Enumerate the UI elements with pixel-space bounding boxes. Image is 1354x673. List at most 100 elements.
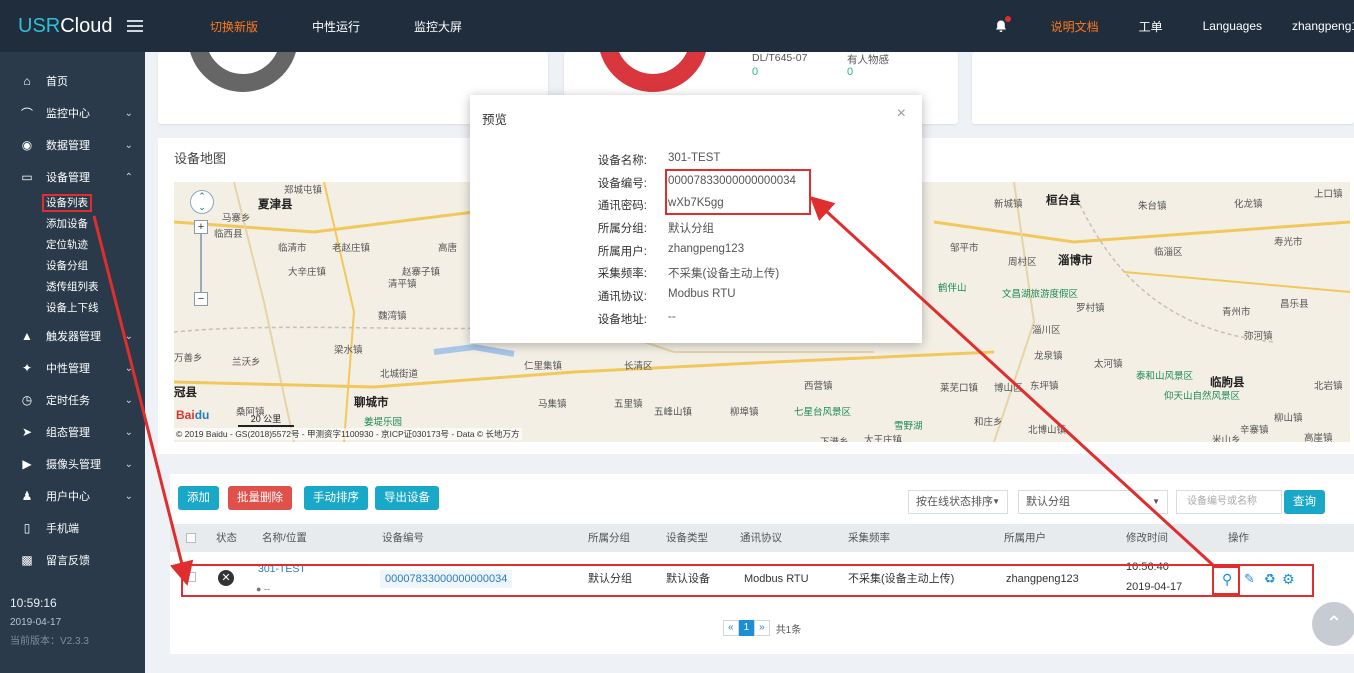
map-label: 清平镇 bbox=[388, 279, 417, 290]
chevron-down-icon: ⌄ bbox=[124, 394, 133, 406]
sidebar-item-neutral[interactable]: ✦ 中性管理 ⌄ bbox=[0, 353, 145, 383]
map-zoom-slider[interactable] bbox=[200, 234, 202, 292]
map-label: 姜堤乐园 bbox=[364, 417, 403, 428]
map-label: 老赵庄镇 bbox=[332, 243, 371, 254]
map-label: 文昌湖旅游度假区 bbox=[1002, 289, 1079, 300]
map-label: 桓台县 bbox=[1046, 195, 1081, 207]
sidebar-sub-passthrough-group[interactable]: 透传组列表 bbox=[46, 278, 99, 296]
close-icon[interactable]: × bbox=[897, 105, 906, 123]
map-label: 仰天山自然风景区 bbox=[1164, 391, 1241, 402]
sidebar-item-feedback[interactable]: ▩ 留言反馈 bbox=[0, 545, 145, 575]
sidebar-sub-device-online-log[interactable]: 设备上下线 bbox=[46, 299, 99, 317]
export-devices-button[interactable]: 导出设备 bbox=[375, 486, 439, 510]
map-label: 临西县 bbox=[214, 229, 243, 240]
map-label: 五里镇 bbox=[614, 399, 643, 410]
table-header-cell: 名称/位置 bbox=[262, 532, 307, 544]
highlight-box-credentials bbox=[665, 169, 811, 215]
search-button[interactable]: 查询 bbox=[1284, 490, 1325, 514]
map-label: 新城镇 bbox=[994, 199, 1023, 210]
logo[interactable]: USR Cloud bbox=[0, 0, 145, 52]
modal-field-group: 所属分组: 默认分组 bbox=[597, 223, 714, 235]
map-label: 上口镇 bbox=[1314, 189, 1343, 200]
sidebar-item-monitor-center[interactable]: ⌒ 监控中心 ⌄ bbox=[0, 98, 145, 128]
scroll-to-top-button[interactable]: ⌃ bbox=[1312, 602, 1354, 646]
sidebar-sub-add-device[interactable]: 添加设备 bbox=[46, 215, 88, 233]
sidebar-item-data-management[interactable]: ◉ 数据管理 ⌄ bbox=[0, 130, 145, 160]
sort-select[interactable]: 按在线状态排序 ▼ bbox=[908, 490, 1008, 514]
map-label: 临淄区 bbox=[1154, 247, 1183, 258]
sidebar-item-mobile[interactable]: ▯ 手机端 bbox=[0, 513, 145, 543]
map-label: 太河镇 bbox=[1094, 359, 1123, 370]
notification-bell-icon[interactable] bbox=[971, 15, 1031, 33]
sidebar-item-device-management[interactable]: ▭ 设备管理 ⌃ bbox=[0, 162, 145, 192]
chevron-down-icon: ⌄ bbox=[124, 490, 133, 502]
map-pan-control[interactable]: ⌃ ⌄ bbox=[190, 190, 214, 214]
clock-icon: ◷ bbox=[21, 393, 33, 407]
map-label: 北岩镇 bbox=[1314, 381, 1343, 392]
map-label: 博山区 bbox=[994, 383, 1023, 394]
sidebar-item-trigger[interactable]: ▲ 触发器管理 ⌄ bbox=[0, 321, 145, 351]
sidebar-version: 当前版本：V2.3.3 bbox=[10, 636, 89, 647]
map-label: 大王庄镇 bbox=[864, 435, 903, 442]
sidebar-item-user-center[interactable]: ♟ 用户中心 ⌄ bbox=[0, 481, 145, 511]
map-copyright: © 2019 Baidu - GS(2018)5572号 - 甲测资字11009… bbox=[174, 428, 522, 440]
modal-field-protocol: 通讯协议: Modbus RTU bbox=[597, 288, 736, 303]
map-label: 长清区 bbox=[624, 361, 653, 372]
map-label: 兰沃乡 bbox=[232, 357, 261, 368]
group-select[interactable]: 默认分组 ▼ bbox=[1018, 490, 1168, 514]
map-label: 柳埠镇 bbox=[730, 407, 759, 418]
select-all-checkbox[interactable] bbox=[186, 533, 196, 543]
map-label: 北城街道 bbox=[380, 369, 419, 380]
page-1-button[interactable]: 1 bbox=[738, 620, 755, 636]
home-icon: ⌂ bbox=[23, 74, 31, 88]
switch-new-version-link[interactable]: 切换新版 bbox=[183, 18, 285, 35]
map-label: 淄博市 bbox=[1058, 255, 1093, 267]
sidebar-sub-device-list[interactable]: 设备列表 bbox=[42, 194, 92, 212]
map-label: 仁里集镇 bbox=[524, 361, 563, 372]
bell-icon: ▲ bbox=[21, 329, 33, 343]
manual-sort-button[interactable]: 手动排序 bbox=[304, 486, 368, 510]
map-zoom-control: ⌃ ⌄ + − bbox=[190, 190, 214, 306]
batch-delete-button[interactable]: 批量删除 bbox=[228, 486, 292, 510]
map-zoom-in-button[interactable]: + bbox=[194, 220, 208, 234]
search-input[interactable]: 设备编号或名称 bbox=[1176, 490, 1282, 514]
table-header-cell: 通讯协议 bbox=[740, 532, 782, 544]
users-icon: ♟ bbox=[21, 489, 33, 503]
add-device-button[interactable]: 添加 bbox=[178, 486, 219, 510]
stats-card-3 bbox=[972, 52, 1354, 124]
map-zoom-out-button[interactable]: − bbox=[194, 292, 208, 306]
table-header-cell: 设备类型 bbox=[666, 532, 708, 544]
map-label: 辛寨镇 bbox=[1240, 425, 1269, 436]
map-label: 周村区 bbox=[1008, 257, 1037, 268]
card-col1-value: 0 bbox=[752, 66, 759, 78]
map-label: 东坪镇 bbox=[1030, 381, 1059, 392]
neutral-run-link[interactable]: 中性运行 bbox=[285, 18, 387, 35]
prev-page-button[interactable]: « bbox=[723, 620, 739, 636]
sidebar-item-camera[interactable]: ▶ 摄像头管理 ⌄ bbox=[0, 449, 145, 479]
sidebar-sub-location-track[interactable]: 定位轨迹 bbox=[46, 236, 88, 254]
sidebar-date: 2019-04-17 bbox=[10, 617, 62, 628]
ticket-link[interactable]: 工单 bbox=[1119, 18, 1183, 35]
sidebar-item-scheduled-task[interactable]: ◷ 定时任务 ⌄ bbox=[0, 385, 145, 415]
map-label: 西营镇 bbox=[804, 381, 833, 392]
docs-link[interactable]: 说明文档 bbox=[1031, 18, 1119, 35]
table-header-cell: 操作 bbox=[1228, 532, 1249, 544]
chevron-up-icon: ⌃ bbox=[124, 171, 133, 183]
menu-toggle-icon[interactable] bbox=[126, 20, 143, 32]
user-menu[interactable]: zhangpeng123 bbox=[1282, 19, 1354, 33]
modal-field-user: 所属用户: zhangpeng123 bbox=[597, 243, 745, 258]
chevron-down-icon: ⌄ bbox=[124, 330, 133, 342]
sidebar-item-config[interactable]: ➤ 组态管理 ⌄ bbox=[0, 417, 145, 447]
card-col1-label: DL/T645-07 bbox=[752, 52, 808, 64]
card-col2-value: 0 bbox=[847, 66, 854, 78]
map-label: 临清市 bbox=[278, 243, 307, 254]
map-label: 鹤伴山 bbox=[938, 283, 967, 294]
highlight-box-row bbox=[181, 564, 1314, 597]
monitor-bigscreen-link[interactable]: 监控大屏 bbox=[387, 18, 489, 35]
modal-field-freq: 采集频率: 不采集(设备主动上传) bbox=[597, 268, 780, 280]
next-page-button[interactable]: » bbox=[754, 620, 770, 636]
sidebar-sub-device-group[interactable]: 设备分组 bbox=[46, 257, 88, 275]
languages-menu[interactable]: Languages bbox=[1183, 19, 1282, 33]
sidebar-item-home[interactable]: ⌂ 首页 bbox=[0, 66, 145, 96]
map-label: 和庄乡 bbox=[974, 417, 1003, 428]
